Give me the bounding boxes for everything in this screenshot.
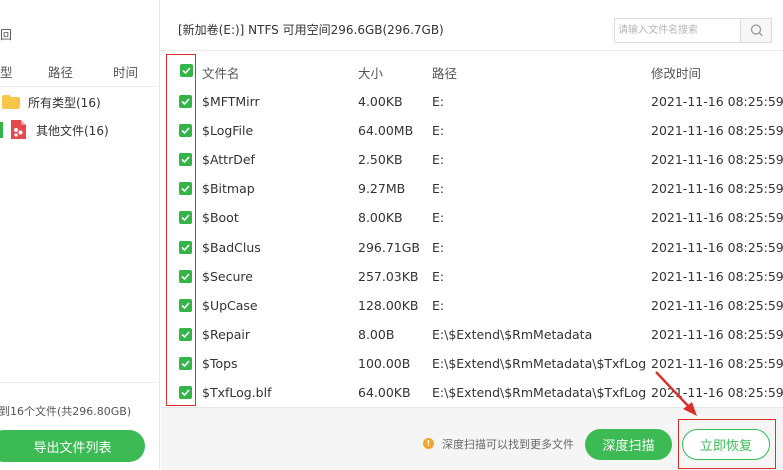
- file-name: $Tops: [202, 355, 238, 371]
- pointer-arrow-icon: [655, 371, 697, 416]
- table-row[interactable]: $Repair 8.00B E:\$Extend\$RmMetadata 2021-1…: [161, 320, 783, 349]
- file-size: 8.00KB: [358, 210, 403, 226]
- divider: [161, 50, 783, 51]
- deep-scan-hint: 深度扫描可以找到更多文件: [442, 438, 574, 451]
- filter-tabs: 型 路径 时间: [0, 62, 160, 82]
- file-modified-time: 2021-11-16 08:25:59: [651, 123, 783, 139]
- file-size: 128.00KB: [358, 297, 419, 313]
- file-modified-time: 2021-11-16 08:25:59: [651, 210, 783, 226]
- file-path: E:\$Extend\$RmMetadata\$TxfLog: [432, 355, 647, 371]
- search-box: [614, 18, 772, 43]
- file-name: $BadClus: [202, 239, 261, 255]
- table-header: 文件名 大小 路径 修改时间: [161, 56, 783, 84]
- file-size: 2.50KB: [358, 152, 403, 168]
- drive-info: [新加卷(E:)] NTFS 可用空间296.6GB(296.7GB): [178, 23, 444, 37]
- file-path: E:: [432, 268, 445, 284]
- table-row[interactable]: $Bitmap 9.27MB E: 2021-11-16 08:25:59: [161, 174, 783, 203]
- file-size: 296.71GB: [358, 239, 420, 255]
- file-path: E:: [432, 152, 445, 168]
- file-modified-time: 2021-11-16 08:25:59: [651, 152, 783, 168]
- file-modified-time: 2021-11-16 08:25:59: [651, 297, 783, 313]
- file-modified-time: 2021-11-16 08:25:59: [651, 268, 783, 284]
- file-modified-time: 2021-11-16 08:25:59: [651, 326, 783, 342]
- tab-path[interactable]: 路径: [48, 62, 73, 81]
- table-row[interactable]: $Secure 257.03KB E: 2021-11-16 08:25:59: [161, 262, 783, 291]
- file-size: 64.00KB: [358, 385, 411, 400]
- file-path: E:: [432, 297, 445, 313]
- type-label: 所有类型(16): [28, 96, 101, 110]
- file-name: $AttrDef: [202, 152, 255, 168]
- tab-type[interactable]: 型: [0, 62, 13, 81]
- file-modified-time: 2021-11-16 08:25:59: [651, 181, 783, 197]
- divider: [0, 86, 160, 87]
- file-size: 64.00MB: [358, 123, 414, 139]
- file-path: E:: [432, 239, 445, 255]
- warning-icon: !: [423, 438, 434, 449]
- file-size: 257.03KB: [358, 268, 419, 284]
- type-item-all[interactable]: 所有类型(16): [0, 92, 160, 112]
- other-file-icon: [11, 120, 26, 139]
- deep-scan-button[interactable]: 深度扫描: [585, 429, 672, 460]
- column-header-name[interactable]: 文件名: [202, 63, 240, 82]
- file-size: 100.00B: [358, 355, 411, 371]
- file-path: E:\$Extend\$RmMetadata\$TxfLog: [432, 385, 647, 400]
- folder-icon: [2, 95, 20, 109]
- file-name: $Boot: [202, 210, 239, 226]
- file-name: $TxfLog.blf: [202, 385, 272, 400]
- table-row[interactable]: $AttrDef 2.50KB E: 2021-11-16 08:25:59: [161, 145, 783, 174]
- selection-marker: [0, 122, 3, 138]
- table-row[interactable]: $LogFile 64.00MB E: 2021-11-16 08:25:59: [161, 116, 783, 145]
- search-icon: [750, 24, 763, 37]
- file-path: E:: [432, 181, 445, 197]
- file-name: $UpCase: [202, 297, 258, 313]
- file-name: $MFTMirr: [202, 94, 260, 109]
- divider: [0, 382, 160, 383]
- file-name: $Repair: [202, 326, 250, 342]
- file-list-panel: [新加卷(E:)] NTFS 可用空间296.6GB(296.7GB) 文件名 …: [161, 0, 783, 470]
- back-link[interactable]: 返回: [0, 26, 12, 43]
- column-header-time[interactable]: 修改时间: [651, 63, 701, 82]
- column-header-size[interactable]: 大小: [358, 63, 383, 82]
- file-path: E:: [432, 94, 445, 109]
- recover-button-highlight: [678, 419, 776, 469]
- table-row[interactable]: $Boot 8.00KB E: 2021-11-16 08:25:59: [161, 203, 783, 232]
- file-name: $LogFile: [202, 123, 254, 139]
- tab-time[interactable]: 时间: [113, 62, 138, 81]
- file-size: 8.00B: [358, 326, 395, 342]
- search-input[interactable]: [618, 21, 740, 40]
- file-modified-time: 2021-11-16 08:25:59: [651, 94, 783, 109]
- file-path: E:\$Extend\$RmMetadata: [432, 326, 593, 342]
- type-item-other[interactable]: 其他文件(16): [0, 120, 160, 140]
- file-name: $Bitmap: [202, 181, 255, 197]
- table-row[interactable]: $BadClus 296.71GB E: 2021-11-16 08:25:59: [161, 233, 783, 262]
- found-summary: 筛到16个文件(共296.80GB): [0, 405, 132, 418]
- table-row[interactable]: $MFTMirr 4.00KB E: 2021-11-16 08:25:59: [161, 87, 783, 116]
- file-name: $Secure: [202, 268, 253, 284]
- export-list-button[interactable]: 导出文件列表: [0, 430, 145, 462]
- file-size: 9.27MB: [358, 181, 406, 197]
- checkbox-column-highlight: [166, 54, 196, 406]
- search-button[interactable]: [740, 19, 771, 42]
- file-size: 4.00KB: [358, 94, 403, 109]
- sidebar: 返回 型 路径 时间 所有类型(16) 其他文件(16) 筛到16个文件(共29…: [0, 0, 160, 470]
- file-path: E:: [432, 123, 445, 139]
- column-header-path[interactable]: 路径: [432, 63, 457, 82]
- file-path: E:: [432, 210, 445, 226]
- table-row[interactable]: $UpCase 128.00KB E: 2021-11-16 08:25:59: [161, 291, 783, 320]
- file-modified-time: 2021-11-16 08:25:59: [651, 239, 783, 255]
- type-label: 其他文件(16): [36, 124, 109, 138]
